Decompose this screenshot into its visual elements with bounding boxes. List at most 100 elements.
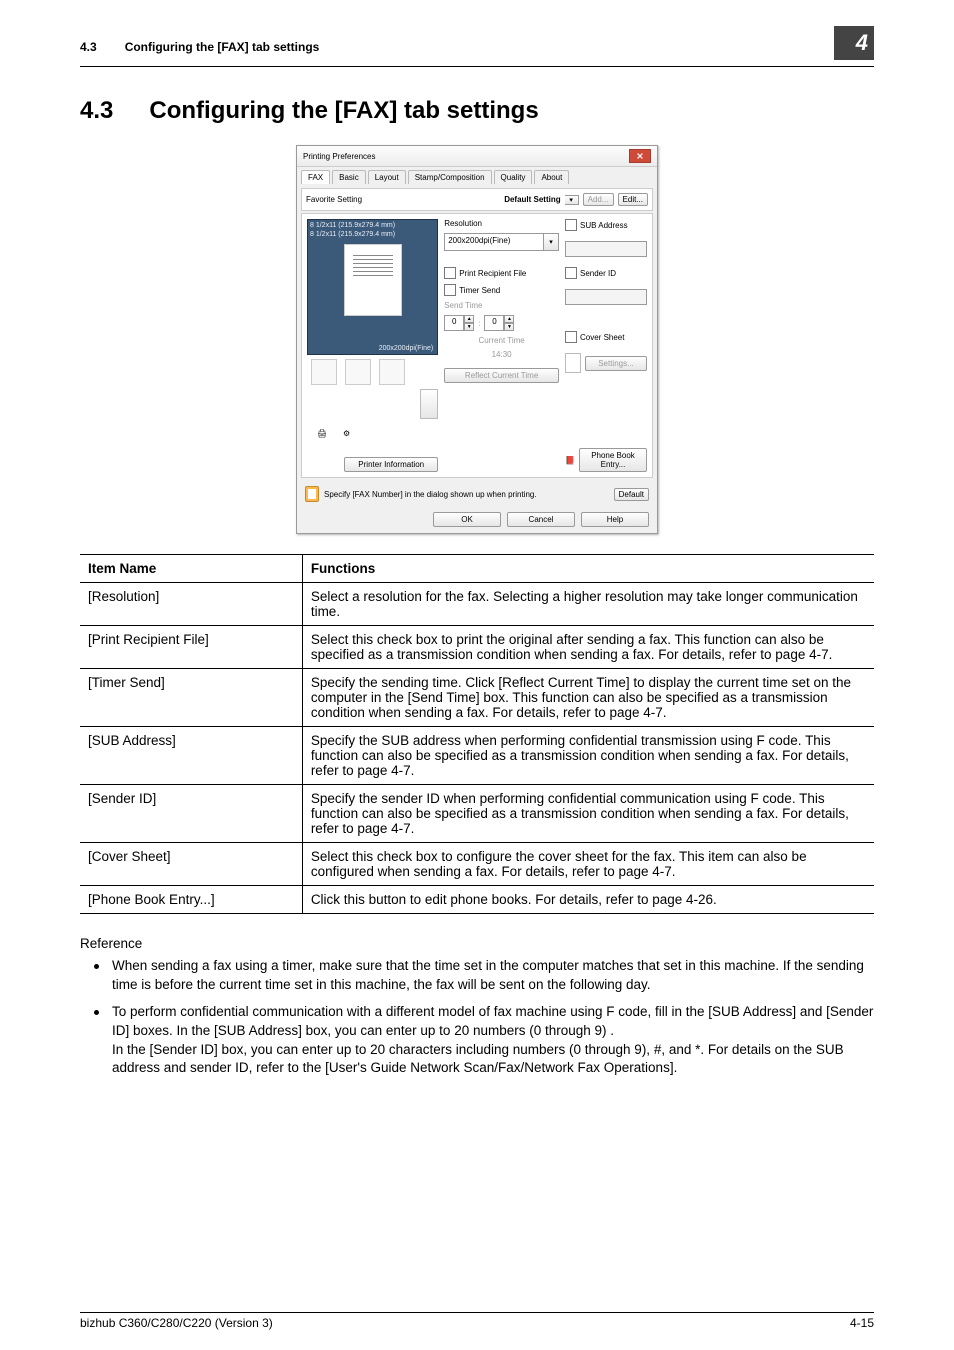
sub-address-label: SUB Address (580, 221, 628, 230)
item-name: [Print Recipient File] (80, 626, 302, 669)
current-time-value: 14:30 (444, 350, 559, 359)
table-row: [SUB Address]Specify the SUB address whe… (80, 727, 874, 785)
sender-id-field[interactable] (565, 289, 647, 305)
up-icon[interactable]: ▲ (504, 315, 514, 323)
table-header-item: Item Name (80, 555, 302, 583)
dialog-note-text: Specify [FAX Number] in the dialog shown… (324, 490, 609, 499)
up-icon[interactable]: ▲ (464, 315, 474, 323)
table-row: [Phone Book Entry...]Click this button t… (80, 886, 874, 914)
table-row: [Sender ID]Specify the sender ID when pe… (80, 785, 874, 843)
ok-button[interactable]: OK (433, 512, 501, 527)
send-time-label: Send Time (444, 301, 559, 310)
resolution-value: 200x200dpi(Fine) (444, 233, 544, 251)
item-name: [Sender ID] (80, 785, 302, 843)
table-row: [Resolution]Select a resolution for the … (80, 583, 874, 626)
send-time-mm-value: 0 (484, 315, 504, 331)
preview-size-2: 8 1/2x11 (215.9x279.4 mm) (310, 231, 435, 238)
table-row: [Print Recipient File]Select this check … (80, 626, 874, 669)
sender-id-label: Sender ID (580, 269, 616, 278)
reference-section: Reference When sending a fax using a tim… (80, 936, 874, 1078)
down-icon[interactable]: ▼ (464, 323, 474, 331)
item-name: [SUB Address] (80, 727, 302, 785)
item-name: [Cover Sheet] (80, 843, 302, 886)
edit-button[interactable]: Edit... (618, 193, 648, 206)
page-footer: bizhub C360/C280/C220 (Version 3) 4-15 (80, 1312, 874, 1330)
book-icon: 📕 (565, 456, 575, 465)
header-section-number: 4.3 (80, 40, 97, 54)
footer-product: bizhub C360/C280/C220 (Version 3) (80, 1316, 273, 1330)
item-function: Specify the sending time. Click [Reflect… (302, 669, 874, 727)
cover-sheet-icon (565, 353, 581, 373)
print-recipient-label: Print Recipient File (459, 269, 526, 278)
table-row: [Cover Sheet]Select this check box to co… (80, 843, 874, 886)
cover-sheet-checkbox[interactable]: Cover Sheet (565, 331, 647, 343)
send-time-hh-value: 0 (444, 315, 464, 331)
add-button[interactable]: Add... (583, 193, 614, 206)
tab-fax[interactable]: FAX (301, 170, 330, 184)
phone-book-entry-button[interactable]: Phone Book Entry... (579, 448, 647, 472)
item-name: [Phone Book Entry...] (80, 886, 302, 914)
sub-address-checkbox[interactable]: SUB Address (565, 219, 647, 231)
footer-page-number: 4-15 (850, 1316, 874, 1330)
section-number: 4.3 (80, 97, 113, 125)
table-row: [Timer Send]Specify the sending time. Cl… (80, 669, 874, 727)
item-function: Click this button to edit phone books. F… (302, 886, 874, 914)
cancel-button[interactable]: Cancel (507, 512, 575, 527)
page-header: 4.3 Configuring the [FAX] tab settings 4 (80, 30, 874, 67)
favorite-dropdown[interactable]: ▾ (565, 195, 579, 205)
print-recipient-checkbox[interactable]: Print Recipient File (444, 267, 559, 279)
printing-preferences-dialog: Printing Preferences FAX Basic Layout St… (296, 145, 658, 534)
cover-sheet-label: Cover Sheet (580, 333, 624, 342)
page-preview: 8 1/2x11 (215.9x279.4 mm) 8 1/2x11 (215.… (307, 219, 438, 355)
reflect-current-time-button[interactable]: Reflect Current Time (444, 368, 559, 383)
printer-information-button[interactable]: Printer Information (344, 457, 438, 472)
item-function: Select this check box to configure the c… (302, 843, 874, 886)
functions-table: Item Name Functions [Resolution]Select a… (80, 554, 874, 914)
item-function: Select a resolution for the fax. Selecti… (302, 583, 874, 626)
view-icon-2[interactable] (345, 359, 371, 385)
tab-layout[interactable]: Layout (368, 170, 406, 184)
scroll-handle[interactable] (420, 389, 438, 419)
timer-send-label: Timer Send (459, 286, 500, 295)
timer-send-checkbox[interactable]: Timer Send (444, 284, 559, 296)
tab-about[interactable]: About (534, 170, 569, 184)
default-setting-label: Default Setting (504, 195, 560, 204)
reference-title: Reference (80, 936, 874, 951)
sub-address-field[interactable] (565, 241, 647, 257)
tab-stamp[interactable]: Stamp/Composition (408, 170, 492, 184)
reference-item: When sending a fax using a timer, make s… (80, 957, 874, 995)
tab-strip: FAX Basic Layout Stamp/Composition Quali… (297, 167, 657, 184)
item-function: Select this check box to print the origi… (302, 626, 874, 669)
default-button[interactable]: Default (614, 488, 649, 501)
current-time-label: Current Time (444, 336, 559, 345)
preview-mode: 200x200dpi(Fine) (379, 345, 433, 352)
down-icon[interactable]: ▼ (504, 323, 514, 331)
help-button[interactable]: Help (581, 512, 649, 527)
table-header-functions: Functions (302, 555, 874, 583)
printer-icon: 🖨 (317, 429, 335, 447)
reference-item: To perform confidential communication wi… (80, 1003, 874, 1079)
cover-sheet-settings-button[interactable]: Settings... (585, 356, 647, 371)
tab-quality[interactable]: Quality (494, 170, 533, 184)
send-time-mm[interactable]: 0 ▲▼ (484, 315, 514, 331)
gear-icon: ⚙ (343, 429, 361, 447)
resolution-dropdown[interactable]: 200x200dpi(Fine) ▾ (444, 233, 559, 251)
send-time-hh[interactable]: 0 ▲▼ (444, 315, 474, 331)
item-name: [Resolution] (80, 583, 302, 626)
tab-basic[interactable]: Basic (332, 170, 366, 184)
preview-size-1: 8 1/2x11 (215.9x279.4 mm) (310, 222, 435, 229)
section-title: Configuring the [FAX] tab settings (149, 97, 538, 125)
item-function: Specify the SUB address when performing … (302, 727, 874, 785)
note-icon (305, 486, 319, 502)
chapter-badge: 4 (834, 26, 874, 60)
close-icon[interactable] (629, 149, 651, 163)
sender-id-checkbox[interactable]: Sender ID (565, 267, 647, 279)
chevron-down-icon[interactable]: ▾ (544, 233, 559, 251)
item-function: Specify the sender ID when performing co… (302, 785, 874, 843)
view-icon-3[interactable] (379, 359, 405, 385)
view-icon-1[interactable] (311, 359, 337, 385)
item-name: [Timer Send] (80, 669, 302, 727)
paper-icon (344, 244, 402, 316)
favorite-setting-label: Favorite Setting (306, 195, 362, 204)
resolution-label: Resolution (444, 219, 559, 228)
